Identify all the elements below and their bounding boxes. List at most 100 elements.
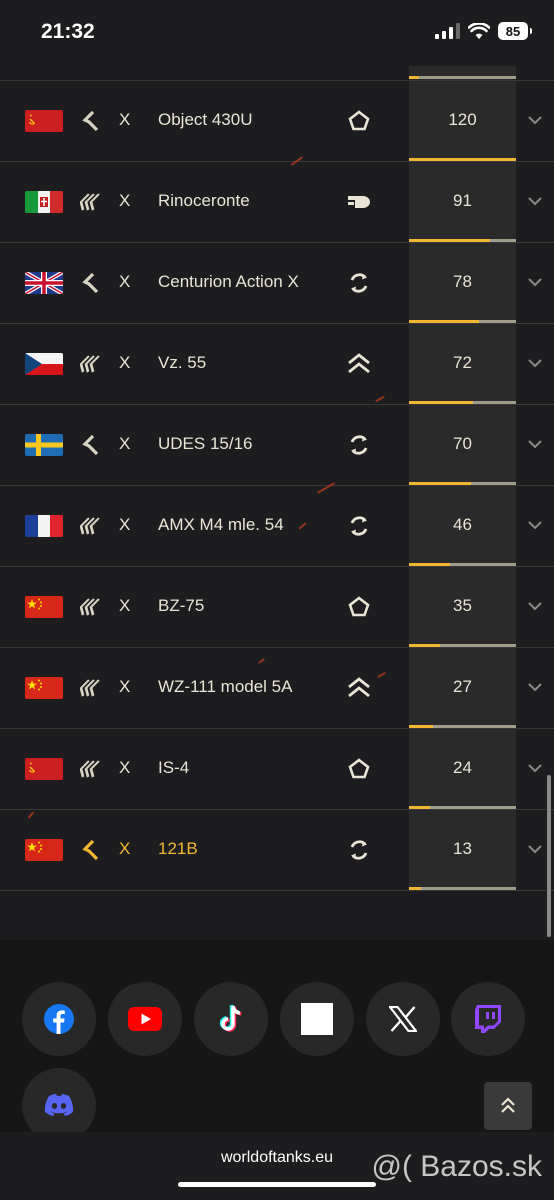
ussr-flag-icon (25, 110, 63, 132)
vehicle-list: X Object 430U 120 X Rinoceronte 91 X Centurion … (0, 80, 554, 891)
vehicle-name: Centurion Action X (158, 272, 299, 291)
vehicle-row[interactable]: X BZ-75 35 (0, 566, 554, 647)
vehicle-score: 78 (453, 272, 472, 291)
chevron-down-icon[interactable] (526, 516, 544, 534)
status-bar: 21:32 85 (0, 0, 554, 66)
twitch-icon (475, 1005, 501, 1033)
vehicle-score: 13 (453, 839, 472, 858)
rank-chevron-icon (80, 272, 102, 294)
chevron-down-icon[interactable] (526, 840, 544, 858)
vehicle-tier: X (119, 110, 131, 129)
score-cell: 46 (409, 486, 516, 566)
chevron-down-icon[interactable] (526, 759, 544, 777)
square-link[interactable] (280, 982, 354, 1056)
browser-url-bar[interactable]: worldoftanks.eu @( Bazos.sk (0, 1132, 554, 1200)
vehicle-row[interactable]: X IS-4 24 (0, 728, 554, 809)
youtube-link[interactable] (108, 982, 182, 1056)
previous-row-score-cell (409, 66, 516, 80)
score-progress-bar (409, 887, 516, 890)
vehicle-class-icon (346, 514, 372, 538)
vehicle-name: Rinoceronte (158, 191, 250, 210)
vehicle-class-icon (346, 838, 372, 862)
chevron-down-icon[interactable] (526, 678, 544, 696)
status-icons: 85 (435, 22, 532, 40)
vehicle-score: 120 (448, 110, 477, 129)
discord-icon (44, 1094, 74, 1116)
youtube-icon (128, 1007, 162, 1031)
discord-link[interactable] (22, 1068, 96, 1142)
score-cell: 72 (409, 324, 516, 404)
score-cell: 27 (409, 648, 516, 728)
vehicle-score: 24 (453, 758, 472, 777)
vehicle-row[interactable]: X 121B 13 (0, 809, 554, 891)
rank-chevron-icon (79, 758, 102, 780)
vehicle-class-icon (346, 190, 372, 214)
vehicle-row[interactable]: X Vz. 55 72 (0, 323, 554, 404)
vehicle-row[interactable]: X AMX M4 mle. 54 46 (0, 485, 554, 566)
vehicle-name: BZ-75 (158, 596, 205, 615)
vehicle-tier: X (119, 515, 131, 534)
chevron-down-icon[interactable] (526, 597, 544, 615)
vehicle-row[interactable]: X UDES 15/16 70 (0, 404, 554, 485)
china-flag-icon (25, 596, 63, 618)
vehicle-tier: X (119, 758, 131, 777)
vehicle-tier: X (119, 677, 131, 696)
france-flag-icon (25, 515, 63, 537)
rank-chevron-icon (79, 596, 102, 618)
x-icon (389, 1006, 417, 1032)
china-flag-icon (25, 839, 63, 861)
twitch-link[interactable] (451, 982, 525, 1056)
vehicle-name: UDES 15/16 (158, 434, 253, 453)
vehicle-class-icon (346, 676, 372, 700)
watermark: @( Bazos.sk (371, 1150, 543, 1183)
score-cell: 70 (409, 405, 516, 485)
chevron-down-icon[interactable] (526, 111, 544, 129)
square-icon (301, 1003, 333, 1035)
chevron-down-icon[interactable] (526, 435, 544, 453)
sweden-flag-icon (25, 434, 63, 456)
vehicle-row[interactable]: X Object 430U 120 (0, 80, 554, 161)
vehicle-tier: X (119, 596, 131, 615)
status-time: 21:32 (41, 20, 95, 43)
vehicle-score: 46 (453, 515, 472, 534)
vehicle-class-icon (346, 109, 372, 133)
vehicle-score: 35 (453, 596, 472, 615)
rank-chevron-icon (80, 110, 102, 132)
facebook-link[interactable] (22, 982, 96, 1056)
vehicle-class-icon (346, 352, 372, 376)
score-cell: 78 (409, 243, 516, 323)
page-scrollbar[interactable] (547, 775, 551, 937)
score-cell: 13 (409, 810, 516, 890)
vehicle-class-icon (346, 757, 372, 781)
czech-flag-icon (25, 353, 63, 375)
uk-flag-icon (25, 272, 63, 294)
tiktok-link[interactable] (194, 982, 268, 1056)
vehicle-class-icon (346, 271, 372, 295)
vehicle-score: 70 (453, 434, 472, 453)
vehicle-class-icon (346, 595, 372, 619)
vehicle-name: Object 430U (158, 110, 253, 129)
vehicle-tier: X (119, 839, 131, 858)
home-indicator[interactable] (178, 1182, 376, 1187)
vehicle-score: 72 (453, 353, 472, 372)
vehicle-name: WZ-111 model 5A (158, 677, 293, 696)
score-cell: 24 (409, 729, 516, 809)
vehicle-row[interactable]: X Rinoceronte 91 (0, 161, 554, 242)
x-link[interactable] (366, 982, 440, 1056)
chevron-down-icon[interactable] (526, 273, 544, 291)
vehicle-tier: X (119, 272, 131, 291)
chevron-down-icon[interactable] (526, 354, 544, 372)
chevron-down-icon[interactable] (526, 192, 544, 210)
vehicle-name: AMX M4 mle. 54 (158, 515, 284, 534)
vehicle-tier: X (119, 434, 131, 453)
vehicle-name: 121B (158, 839, 198, 858)
cellular-signal-icon (435, 23, 460, 39)
rank-chevron-icon (79, 191, 102, 213)
vehicle-score: 91 (453, 191, 472, 210)
vehicle-row[interactable]: X Centurion Action X 78 (0, 242, 554, 323)
ussr-flag-icon (25, 758, 63, 780)
scroll-to-top-button[interactable] (484, 1082, 532, 1130)
vehicle-row[interactable]: X WZ-111 model 5A 27 (0, 647, 554, 728)
vehicle-score: 27 (453, 677, 472, 696)
score-cell: 91 (409, 162, 516, 242)
